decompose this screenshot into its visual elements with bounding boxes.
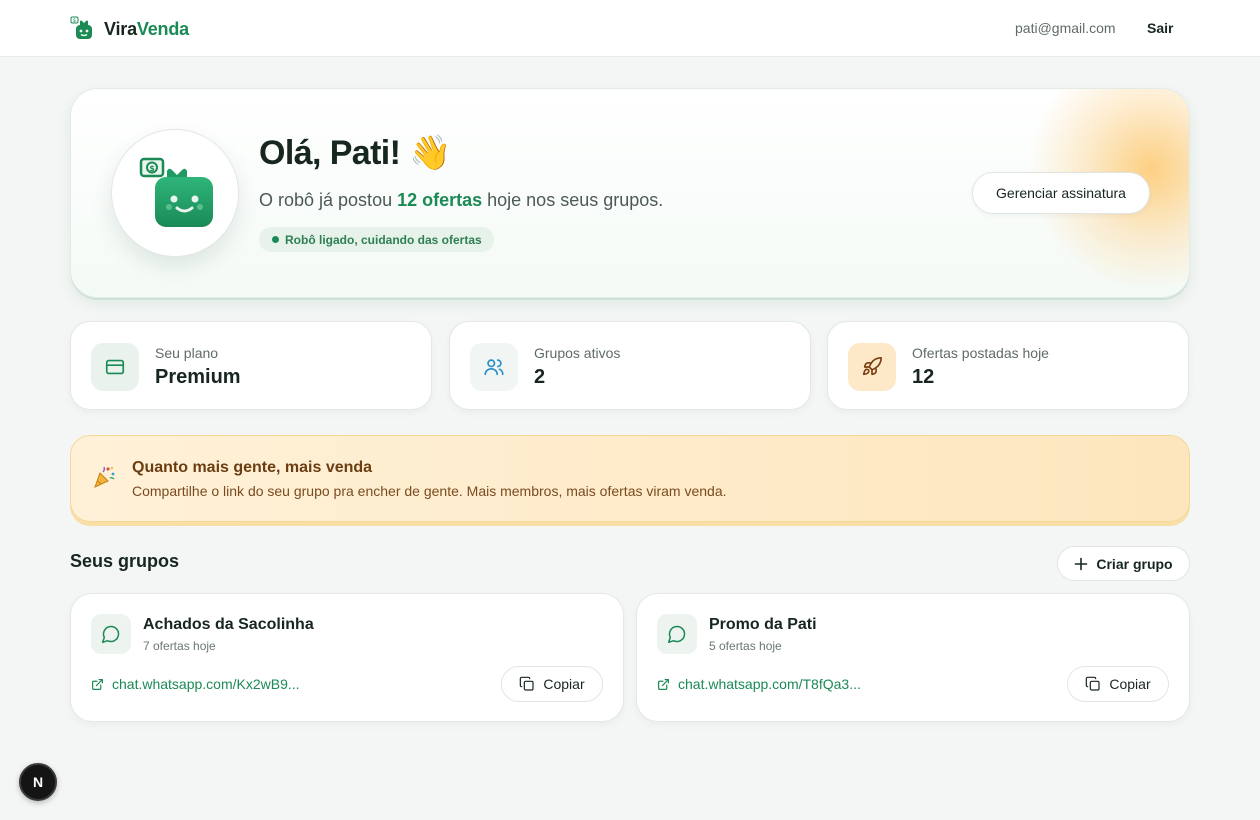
stat-label: Ofertas postadas hoje <box>912 345 1049 361</box>
dev-tools-badge[interactable]: N <box>19 763 57 801</box>
top-navbar: $ ViraVenda pati@gmail.com Sair <box>0 0 1260 57</box>
external-link-icon <box>92 678 103 690</box>
group-card: Achados da Sacolinha 7 ofertas hoje chat… <box>70 593 624 722</box>
subtitle-suffix: hoje nos seus grupos. <box>482 190 664 210</box>
create-group-button[interactable]: Criar grupo <box>1057 546 1190 581</box>
copy-icon <box>1086 676 1100 691</box>
group-name: Promo da Pati <box>709 616 817 633</box>
robot-status-label: Robô ligado, cuidando das ofertas <box>285 232 482 247</box>
groups-section-title: Seus grupos <box>70 551 180 571</box>
create-group-label: Criar grupo <box>1096 555 1173 572</box>
brand-name-part1: Vira <box>104 18 137 39</box>
plus-icon <box>1075 557 1088 570</box>
waving-hand-icon: 👋 <box>409 134 451 172</box>
stat-value: Premium <box>155 366 241 388</box>
group-offers-count: 5 ofertas hoje <box>709 639 782 653</box>
robot-status-badge: Robô ligado, cuidando das ofertas <box>259 227 494 252</box>
rocket-icon <box>848 343 896 391</box>
greeting-title: Olá, Pati! 👋 <box>259 133 452 173</box>
copy-label: Copiar <box>543 676 585 692</box>
robot-avatar: $ <box>111 129 239 257</box>
stat-card-offers-today: Ofertas postadas hoje 12 <box>827 321 1189 410</box>
subtitle-prefix: O robô já postou <box>259 190 398 210</box>
brand[interactable]: $ ViraVenda <box>70 16 189 42</box>
group-invite-link[interactable]: chat.whatsapp.com/T8fQa3... <box>657 676 861 692</box>
tip-text: Compartilhe o link do seu grupo pra ench… <box>132 483 727 499</box>
svg-text:$: $ <box>73 18 76 24</box>
manage-subscription-button[interactable]: Gerenciar assinatura <box>972 172 1150 214</box>
group-invite-link[interactable]: chat.whatsapp.com/Kx2wB9... <box>91 676 300 692</box>
svg-text:$: $ <box>149 164 155 173</box>
user-email: pati@gmail.com <box>1015 20 1116 36</box>
external-link-icon <box>658 678 669 690</box>
logout-link[interactable]: Sair <box>1147 20 1173 36</box>
share-tip-banner: Quanto mais gente, mais venda Compartilh… <box>70 435 1190 522</box>
credit-card-icon <box>91 343 139 391</box>
group-name: Achados da Sacolinha <box>143 616 314 633</box>
copy-icon <box>520 676 534 691</box>
stat-value: 12 <box>912 366 935 388</box>
bag-robot-logo-icon: $ <box>70 16 92 39</box>
stat-label: Seu plano <box>155 345 219 361</box>
group-link-text: chat.whatsapp.com/Kx2wB9... <box>112 676 300 692</box>
offers-count-highlight: 12 ofertas <box>397 190 483 210</box>
greeting-text: Olá, Pati! <box>259 134 401 172</box>
copy-label: Copiar <box>1109 676 1151 692</box>
copy-link-button[interactable]: Copiar <box>1067 666 1169 702</box>
group-offers-count: 7 ofertas hoje <box>143 639 216 653</box>
group-card: Promo da Pati 5 ofertas hoje chat.whatsa… <box>636 593 1190 722</box>
shopping-bag-robot-icon: $ <box>139 157 213 227</box>
party-popper-icon <box>94 466 115 488</box>
brand-name-part2: Venda <box>136 18 189 39</box>
welcome-hero-card: $ Olá, Pati! 👋 O robô já postou 12 ofert… <box>70 88 1190 298</box>
greeting-subtitle: O robô já postou 12 ofertas hoje nos seu… <box>259 190 663 211</box>
stat-card-plan: Seu plano Premium <box>70 321 432 410</box>
chat-bubble-icon <box>657 614 697 654</box>
stat-value: 2 <box>534 366 546 388</box>
copy-link-button[interactable]: Copiar <box>501 666 603 702</box>
tip-title: Quanto mais gente, mais venda <box>132 459 373 476</box>
status-dot-icon <box>272 236 279 243</box>
users-icon <box>470 343 518 391</box>
stat-card-active-groups: Grupos ativos 2 <box>449 321 811 410</box>
stat-label: Grupos ativos <box>534 345 621 361</box>
chat-bubble-icon <box>91 614 131 654</box>
brand-name: ViraVenda <box>104 19 189 40</box>
group-link-text: chat.whatsapp.com/T8fQa3... <box>678 676 861 692</box>
